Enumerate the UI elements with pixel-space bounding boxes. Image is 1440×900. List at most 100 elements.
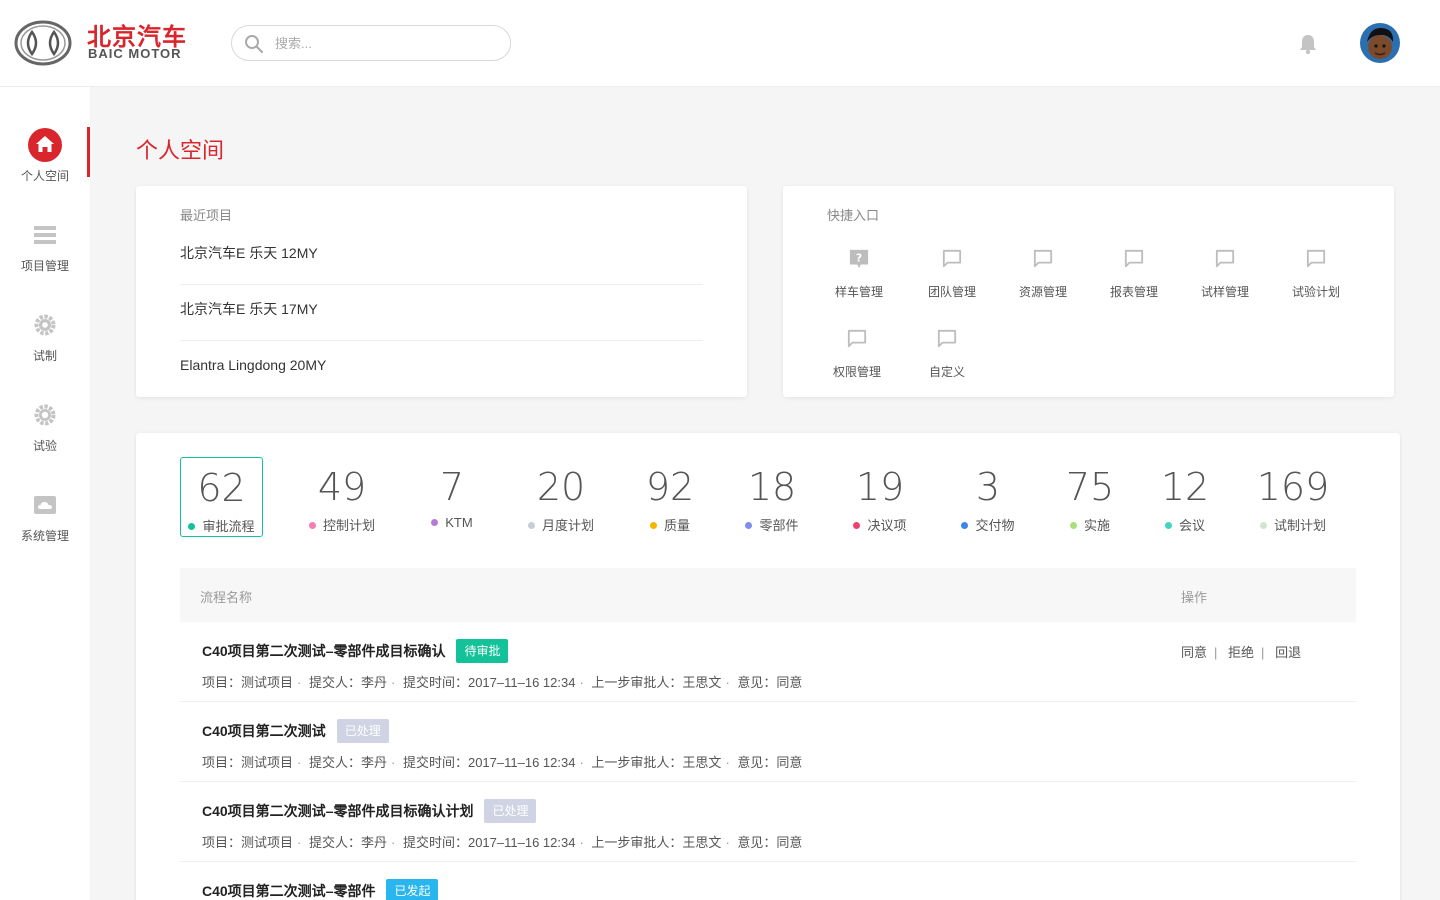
quick-link-custom[interactable]: 自定义 [907,329,987,380]
chat-icon [942,249,962,268]
stat-label: 控制计划 [322,518,375,533]
quick-link-permission[interactable]: 权限管理 [817,329,897,380]
stat-value: 12 [1160,465,1210,509]
sidebar-item-project-management[interactable]: 项目管理 [0,217,90,287]
sidebar-item-trial-production[interactable]: 试制 [0,307,90,377]
quick-entry-title: 快捷入口 [827,208,880,223]
quick-link-resource[interactable]: 资源管理 [1003,249,1083,300]
sidebar-item-system-management[interactable]: 系统管理 [0,487,90,557]
chat-icon [1033,249,1053,268]
stat-label: 质量 [663,518,690,533]
stat-value: 169 [1256,465,1330,509]
status-dot [188,523,196,530]
row-actions: 同意 | 拒绝 | 回退 [1181,645,1302,660]
meta-submitter: 提交人：李丹 [308,675,387,690]
status-dot [1259,522,1267,529]
meta-opinion: 意见：同意 [737,675,803,690]
top-header: 北京汽车 BAIC MOTOR [0,0,1440,87]
sidebar: 个人空间 项目管理 试制 试验 系统管理 [0,87,90,900]
meta-prev-approver: 上一步审批人：王思文 [591,755,722,770]
recent-project-item[interactable]: 北京汽车E 乐天 17MY [180,285,703,341]
quick-link-sample-car[interactable]: ? 样车管理 [819,249,899,300]
sidebar-item-personal-space[interactable]: 个人空间 [0,127,90,197]
meta-submitter: 提交人：李丹 [308,755,387,770]
meta-submitter: 提交人：李丹 [308,835,387,850]
table-row[interactable]: C40项目第二次测试 已处理 项目：测试项目 · 提交人：李丹 · 提交时间：201… [180,702,1356,782]
stat-label: 试制计划 [1273,518,1326,533]
status-dot [745,522,753,529]
search-input[interactable] [275,33,495,53]
cloud-icon [27,487,63,523]
recent-project-item[interactable]: Elantra Lingdong 20MY [180,341,703,397]
search-box[interactable] [231,25,511,61]
stat-ktm[interactable]: 7 KTM [417,457,487,537]
quick-link-report[interactable]: 报表管理 [1094,249,1174,300]
page-title: 个人空间 [136,139,225,164]
row-title: C40项目第二次测试–零部件成目标确认计划 [202,803,474,819]
row-title: C40项目第二次测试–零部件 [202,883,376,899]
stat-value: 92 [645,465,695,509]
stat-monthly-plan[interactable]: 20 月度计划 [520,457,602,537]
stat-label: 实施 [1083,518,1110,533]
stat-resolutions[interactable]: 19 决议项 [844,457,916,537]
meta-time: 提交时间：2017–11–16 12:34 [402,835,576,850]
reject-button[interactable]: 拒绝 [1228,645,1254,660]
status-badge: 已处理 [484,799,537,823]
stat-value: 20 [536,465,586,509]
table-row[interactable]: C40项目第二次测试–零部件成目标确认计划 已处理 项目：测试项目 · 提交人：李… [180,782,1356,862]
stat-control-plan[interactable]: 49 控制计划 [301,457,383,537]
meta-time: 提交时间：2017–11–16 12:34 [402,755,576,770]
quick-link-label: 资源管理 [1018,285,1067,299]
table-row[interactable]: C40项目第二次测试–零部件 已发起 [180,862,1356,900]
approve-button[interactable]: 同意 [1181,645,1207,660]
user-avatar[interactable] [1360,23,1400,63]
stat-approval-flow[interactable]: 62 审批流程 [180,457,263,537]
meta-project: 项目：测试项目 [202,675,294,690]
chat-icon [1215,249,1235,268]
stat-trial-plan[interactable]: 169 试制计划 [1253,457,1333,537]
status-dot [527,522,535,529]
sidebar-item-label: 试制 [32,349,57,363]
stat-value: 18 [747,465,797,509]
row-meta: 项目：测试项目 · 提交人：李丹 · 提交时间：2017–11–16 12:34 · … [202,675,803,690]
row-title: C40项目第二次测试 [202,723,326,739]
sidebar-item-label: 试验 [32,439,57,453]
recent-project-item[interactable]: 北京汽车E 乐天 12MY [180,229,703,285]
search-icon [245,35,264,54]
svg-text:?: ? [856,252,862,265]
meta-project: 项目：测试项目 [202,835,294,850]
stat-value: 19 [855,465,905,509]
chat-icon [937,329,957,348]
table-row[interactable]: C40项目第二次测试–零部件成目标确认 待审批 项目：测试项目 · 提交人：李丹 ·… [180,622,1356,702]
stat-value: 49 [317,465,367,509]
cog-icon [27,397,63,433]
help-icon: ? [849,249,869,269]
stat-quality[interactable]: 92 质量 [636,457,704,537]
sidebar-item-testing[interactable]: 试验 [0,397,90,467]
stat-parts[interactable]: 18 零部件 [736,457,808,537]
chat-icon [847,329,867,348]
brand-name-en: BAIC MOTOR [88,46,182,61]
brand-logo-icon[interactable] [14,20,72,66]
row-meta: 项目：测试项目 · 提交人：李丹 · 提交时间：2017–11–16 12:34 · … [202,755,803,770]
stat-deliverables[interactable]: 3 交付物 [951,457,1025,537]
gear-icon [27,307,63,343]
status-dot [1069,522,1077,529]
meta-project: 项目：测试项目 [202,755,294,770]
column-header-name: 流程名称 [200,590,253,605]
rollback-button[interactable]: 回退 [1275,645,1301,660]
quick-link-label: 报表管理 [1109,285,1158,299]
status-badge: 已发起 [386,879,439,900]
quick-link-sample[interactable]: 试样管理 [1185,249,1265,300]
stat-label: KTM [445,515,473,530]
notification-bell-icon[interactable] [1298,33,1318,55]
quick-link-team[interactable]: 团队管理 [912,249,992,300]
stat-meetings[interactable]: 12 会议 [1156,457,1214,537]
quick-link-test-plan[interactable]: 试验计划 [1276,249,1356,300]
quick-link-label: 试样管理 [1200,285,1249,299]
status-badge: 待审批 [456,639,509,663]
stat-implementation[interactable]: 75 实施 [1061,457,1119,537]
stat-label: 零部件 [759,518,799,533]
status-dot [649,522,657,529]
stat-label: 审批流程 [202,519,255,534]
